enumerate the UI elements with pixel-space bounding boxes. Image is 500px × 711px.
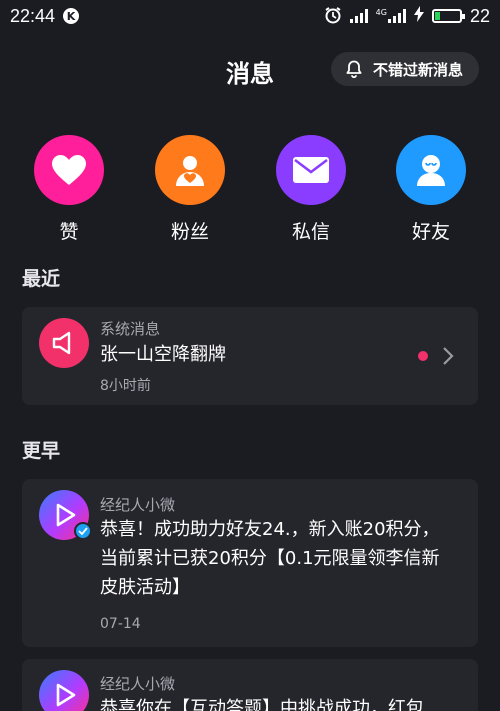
app-notification-icon: K bbox=[63, 8, 80, 24]
message-line: 恭喜！成功助力好友24.，新入账20积分， bbox=[100, 519, 440, 540]
message-sender: 经纪人小微 bbox=[100, 496, 176, 514]
notify-subscribe-button[interactable]: 不错过新消息 bbox=[330, 52, 479, 86]
quick-entry-label: 私信 bbox=[291, 221, 330, 243]
unread-dot bbox=[418, 351, 428, 361]
list-item-agent-message[interactable]: 经纪人小微 恭喜！成功助力好友24.，新入账20积分， 当前累计已获20积分【0… bbox=[22, 479, 478, 647]
charging-icon bbox=[413, 6, 424, 26]
section-title-earlier: 更早 bbox=[22, 440, 61, 462]
quick-entry-likes[interactable]: 赞 bbox=[29, 135, 109, 244]
signal-icon bbox=[349, 9, 368, 23]
message-time: 8小时前 bbox=[100, 378, 151, 394]
quick-entries: 赞 粉丝 私信 好友 bbox=[0, 135, 500, 245]
page-title: 消息 bbox=[226, 60, 274, 88]
play-logo-icon bbox=[39, 670, 89, 711]
quick-entry-label: 粉丝 bbox=[170, 221, 209, 243]
quick-entry-label: 好友 bbox=[411, 221, 450, 243]
quick-entry-messages[interactable]: 私信 bbox=[271, 135, 351, 244]
friend-icon bbox=[396, 135, 466, 205]
message-line: 恭喜你在【互动答题】中挑战成功，红包 bbox=[100, 698, 424, 711]
bell-icon bbox=[346, 60, 362, 78]
message-sender: 系统消息 bbox=[100, 320, 161, 338]
quick-entry-fans[interactable]: 粉丝 bbox=[150, 135, 230, 244]
signal-4g-icon: 4G bbox=[376, 9, 406, 23]
message-sender: 经纪人小微 bbox=[100, 675, 176, 693]
section-title-recent: 最近 bbox=[22, 268, 61, 290]
battery-icon bbox=[431, 9, 465, 23]
message-text: 张一山空降翻牌 bbox=[100, 344, 226, 365]
list-item-system-message[interactable]: 系统消息 张一山空降翻牌 8小时前 bbox=[22, 307, 478, 405]
alarm-icon bbox=[324, 7, 342, 24]
quick-entry-friends[interactable]: 好友 bbox=[391, 135, 471, 244]
message-line: 皮肤活动】 bbox=[100, 577, 190, 598]
fan-user-icon bbox=[155, 135, 225, 205]
notify-subscribe-label: 不错过新消息 bbox=[372, 60, 463, 79]
verified-badge-icon bbox=[74, 522, 92, 540]
status-time: 22:44 bbox=[10, 5, 56, 26]
heart-icon bbox=[34, 135, 104, 205]
speaker-icon bbox=[39, 318, 89, 368]
quick-entry-label: 赞 bbox=[59, 221, 79, 243]
header: 消息 不错过新消息 bbox=[0, 48, 500, 92]
message-time: 07-14 bbox=[100, 616, 141, 632]
chevron-right-icon bbox=[443, 347, 454, 365]
message-line: 当前累计已获20积分【0.1元限量领李信新 bbox=[100, 548, 440, 569]
list-item-agent-message[interactable]: 经纪人小微 恭喜你在【互动答题】中挑战成功，红包 bbox=[22, 659, 478, 711]
battery-level: 22 bbox=[469, 5, 490, 26]
status-bar: 22:44 K 4G 22 bbox=[0, 0, 500, 32]
mail-icon bbox=[276, 135, 346, 205]
